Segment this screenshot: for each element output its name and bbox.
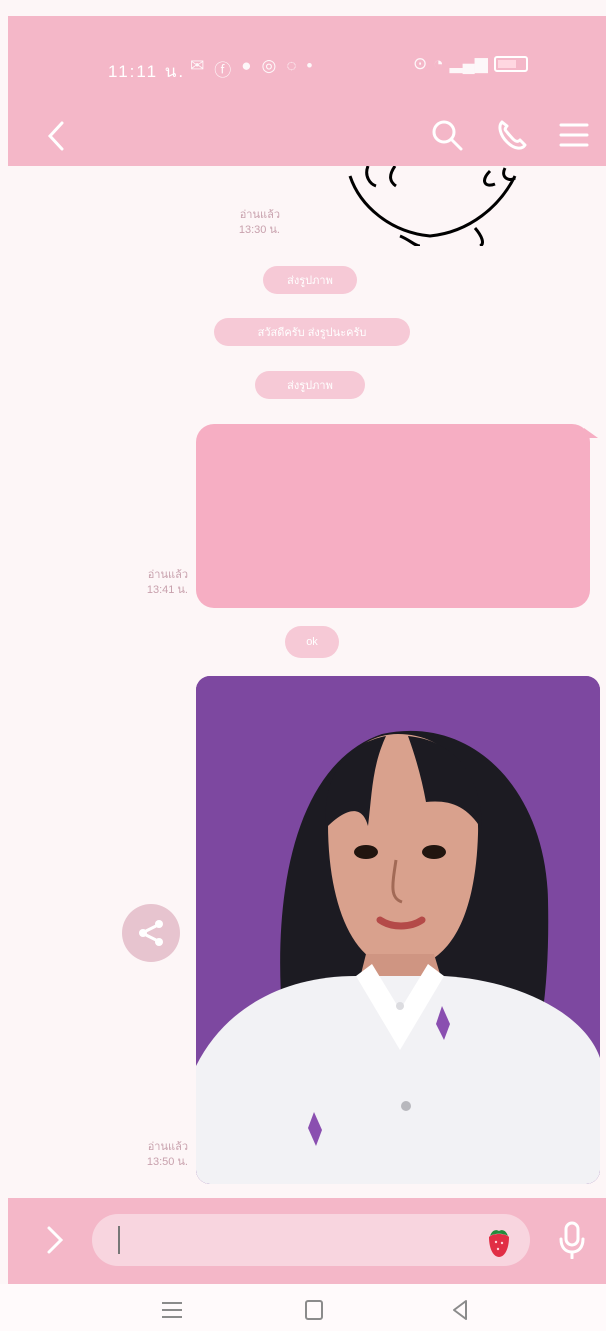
home-button[interactable]: [296, 1292, 332, 1328]
menu-button[interactable]: [555, 116, 593, 154]
hamburger-menu-icon: [559, 123, 589, 147]
microphone-icon: [559, 1221, 585, 1259]
search-icon: [432, 120, 463, 151]
messenger-icon: ●: [241, 56, 252, 75]
android-navigation-bar: [0, 1284, 606, 1331]
share-button[interactable]: [122, 904, 180, 962]
home-icon: [305, 1300, 323, 1320]
chat-screen: 11:11 น. ✉ ⓕ ● ◎ ◌ • ⊙ ◔ ▂▄▆ 52: [0, 0, 606, 1331]
read-status: อ่านแล้ว: [147, 569, 188, 581]
message-bubble-small[interactable]: สวัสดีครับ ส่งรูปนะครับ: [214, 318, 410, 346]
message-meta: อ่านแล้ว 13:50 น.: [88, 1140, 188, 1170]
back-button[interactable]: [38, 118, 74, 154]
phone-icon: [498, 120, 527, 150]
message-meta: อ่านแล้ว 13:30 น.: [180, 208, 280, 238]
message-time: 13:50 น.: [146, 1156, 188, 1168]
sticker-button[interactable]: [480, 1222, 518, 1260]
message-composer: [8, 1198, 606, 1284]
message-bubble-small[interactable]: ส่งรูปภาพ: [263, 266, 357, 294]
photo-message[interactable]: [196, 676, 600, 1184]
facebook-icon: ⓕ: [214, 61, 232, 80]
signal-icon: ▂▄▆: [449, 54, 488, 73]
read-status: อ่านแล้ว: [239, 209, 280, 221]
strawberry-icon: [489, 1230, 509, 1257]
notification-icons: ✉ ⓕ ● ◎ ◌ •: [190, 56, 312, 81]
text-cursor: [118, 1226, 120, 1254]
back-triangle-icon: [453, 1300, 467, 1320]
read-status: อ่านแล้ว: [147, 1141, 188, 1153]
message-bubble-small[interactable]: ok: [285, 626, 339, 658]
message-time: 13:41 น.: [146, 584, 188, 596]
alarm-icon: ⊙: [413, 54, 428, 73]
search-button[interactable]: [428, 116, 466, 154]
recent-apps-icon: [162, 1302, 182, 1318]
expand-toolbar-button[interactable]: [40, 1222, 70, 1258]
app-icon: ◌: [286, 56, 297, 75]
call-button[interactable]: [492, 116, 530, 154]
share-icon: [139, 920, 163, 946]
battery-icon: [493, 56, 528, 72]
chat-header: 11:11 น. ✉ ⓕ ● ◎ ◌ • ⊙ ◔ ▂▄▆ 52: [8, 16, 606, 166]
dot-icon: •: [306, 56, 313, 75]
voice-button[interactable]: [554, 1218, 590, 1262]
recent-apps-button[interactable]: [154, 1292, 190, 1328]
chevron-right-icon: [47, 1226, 64, 1254]
message-bubble-large[interactable]: [196, 424, 598, 608]
system-status-icons: ⊙ ◔ ▂▄▆ 52: [413, 54, 528, 74]
message-icon: ✉: [190, 56, 205, 75]
message-list[interactable]: อ่านแล้ว 13:30 น. ส่งรูปภาพ สวัสดีครับ ส…: [0, 166, 606, 1198]
chevron-left-icon: [47, 121, 64, 151]
message-input[interactable]: [92, 1214, 530, 1266]
portrait-photo: [196, 676, 600, 1184]
message-time: 13:30 น.: [238, 224, 280, 236]
back-system-button[interactable]: [442, 1292, 478, 1328]
message-meta: อ่านแล้ว 13:41 น.: [88, 568, 188, 598]
header-nav: [8, 108, 606, 168]
status-bar: 11:11 น. ✉ ⓕ ● ◎ ◌ • ⊙ ◔ ▂▄▆ 52: [8, 34, 606, 84]
status-time: 11:11 น.: [108, 62, 186, 81]
message-bubble-small[interactable]: ส่งรูปภาพ: [255, 371, 365, 399]
app-icon: ◎: [261, 56, 277, 75]
wifi-icon: ◔: [433, 54, 444, 73]
sticker-image[interactable]: [340, 166, 530, 246]
